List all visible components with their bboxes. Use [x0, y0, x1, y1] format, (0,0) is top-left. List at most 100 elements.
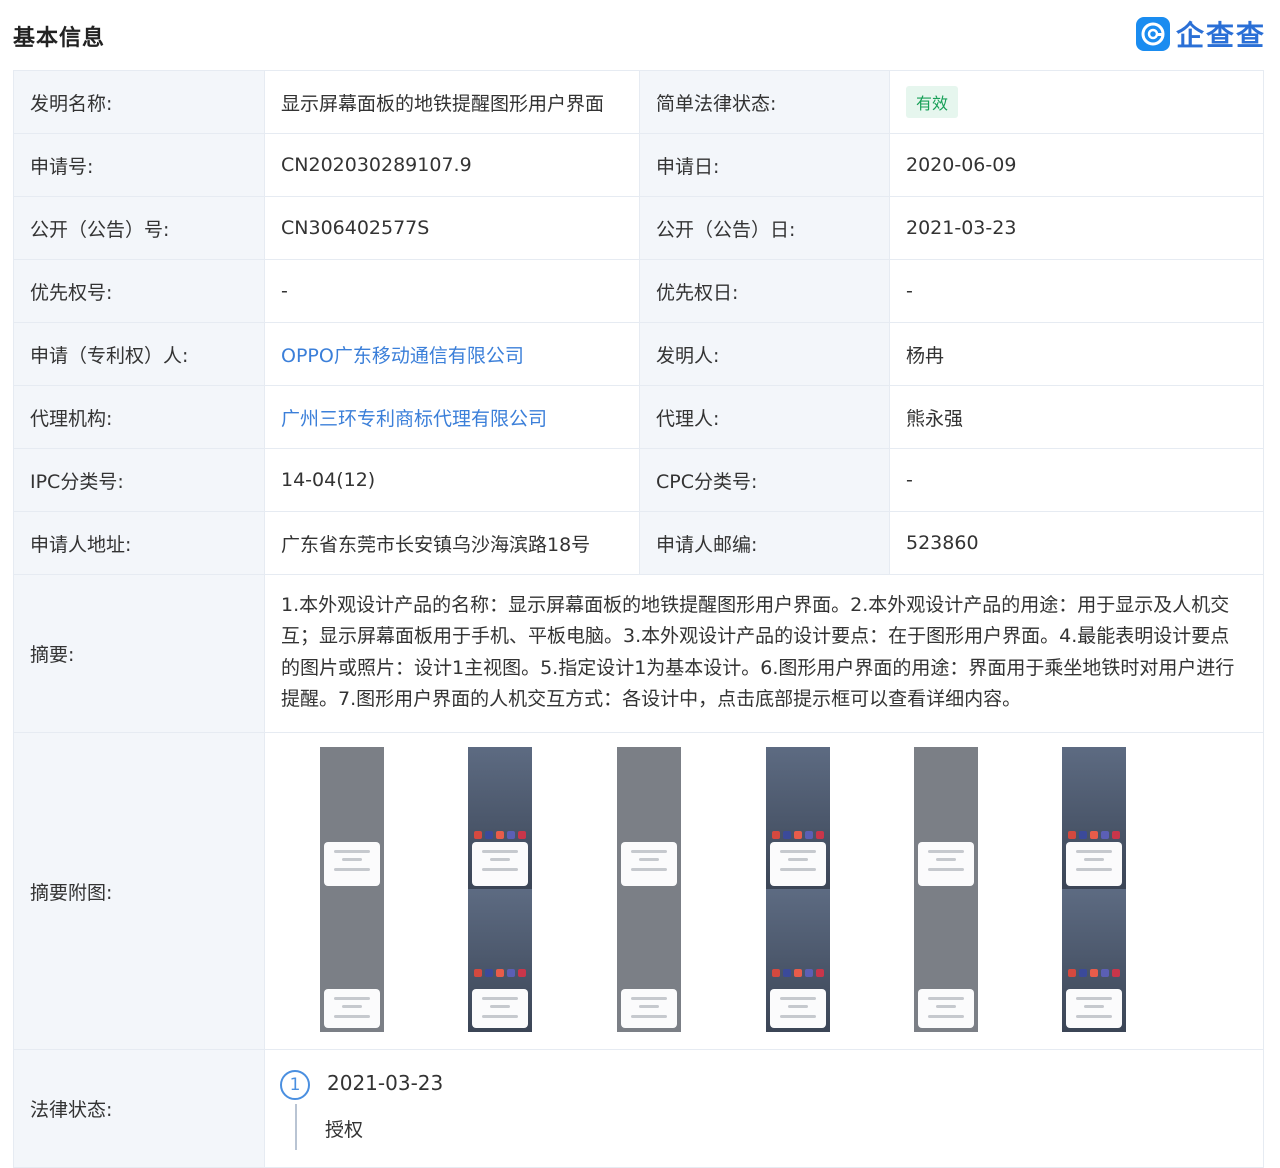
label-cpc: CPC分类号: — [639, 448, 890, 512]
thumbnail-line — [936, 1005, 956, 1008]
thumbnail-dot — [1067, 969, 1076, 977]
thumbnail-card — [918, 842, 974, 886]
value-agent: 熊永强 — [889, 385, 1264, 449]
thumbnail-dot — [473, 969, 482, 977]
figure-thumbnail[interactable] — [320, 747, 384, 890]
timeline-line — [295, 1103, 297, 1150]
figure-thumbnail[interactable] — [320, 889, 384, 1032]
thumbnail-line — [788, 1005, 808, 1008]
thumbnail-dot — [1089, 831, 1098, 839]
table-row-legal: 法律状态: 1 2021-03-23 授权 — [13, 1049, 1264, 1168]
thumbnail-dots — [770, 969, 826, 977]
thumbnail-line — [334, 1015, 370, 1018]
figure-thumbnail[interactable] — [766, 747, 830, 890]
thumbnail-dot — [1112, 831, 1121, 839]
value-priority-date: - — [889, 259, 1264, 323]
thumbnail-line — [928, 868, 964, 871]
thumbnail-line — [780, 868, 816, 871]
agency-link[interactable]: 广州三环专利商标代理有限公司 — [264, 385, 640, 449]
figure-thumbnail[interactable] — [1062, 889, 1126, 1032]
thumbnail-card — [918, 989, 974, 1028]
thumbnail-dot — [484, 969, 493, 977]
value-postcode: 523860 — [889, 511, 1264, 575]
thumbnail-dot — [518, 969, 527, 977]
thumbnail-card — [1066, 989, 1122, 1028]
thumbnail-dot — [782, 831, 791, 839]
thumbnail-dots — [1066, 831, 1122, 839]
thumbnail-dot — [1089, 969, 1098, 977]
thumbnail-line — [928, 1015, 964, 1018]
thumbnail-line — [482, 997, 518, 1000]
table-row: 发明名称: 显示屏幕面板的地铁提醒图形用户界面 简单法律状态: 有效 — [13, 70, 1264, 134]
thumbnail-dot — [816, 969, 825, 977]
thumbnail-dots — [1066, 969, 1122, 977]
value-inventor: 杨冉 — [889, 322, 1264, 386]
figure-thumbnail[interactable] — [468, 889, 532, 1032]
label-figures: 摘要附图: — [13, 732, 265, 1050]
figure-thumbnail[interactable] — [468, 747, 532, 890]
label-publication-date: 公开（公告）日: — [639, 196, 890, 260]
figure-gallery — [265, 733, 1263, 1049]
thumbnail-line — [482, 868, 518, 871]
figure-thumbnail[interactable] — [914, 747, 978, 890]
thumbnail-line — [490, 1005, 510, 1008]
thumbnail-dot — [805, 831, 814, 839]
thumbnail-dot — [1101, 831, 1110, 839]
applicant-link[interactable]: OPPO广东移动通信有限公司 — [264, 322, 640, 386]
figures-cell — [264, 732, 1264, 1050]
table-row: 公开（公告）号: CN306402577S 公开（公告）日: 2021-03-2… — [13, 196, 1264, 260]
label-postcode: 申请人邮编: — [639, 511, 890, 575]
basic-info-table: 发明名称: 显示屏幕面板的地铁提醒图形用户界面 简单法律状态: 有效 申请号: … — [13, 70, 1264, 1168]
table-row-figures: 摘要附图: — [13, 732, 1264, 1050]
thumbnail-card — [770, 989, 826, 1028]
thumbnail-dot — [816, 831, 825, 839]
thumbnail-dot — [518, 831, 527, 839]
thumbnail-dots — [770, 831, 826, 839]
figure-thumbnail[interactable] — [914, 889, 978, 1032]
thumbnail-dot — [495, 831, 504, 839]
page-header: 基本信息 企查查 — [0, 0, 1280, 70]
section-title: 基本信息 — [13, 26, 106, 51]
thumbnail-card — [472, 842, 528, 886]
table-row: 申请人地址: 广东省东莞市长安镇乌沙海滨路18号 申请人邮编: 523860 — [13, 511, 1264, 575]
thumbnail-dot — [473, 831, 482, 839]
thumbnail-line — [631, 868, 667, 871]
table-row: 代理机构: 广州三环专利商标代理有限公司 代理人: 熊永强 — [13, 385, 1264, 449]
thumbnail-card — [621, 989, 677, 1028]
thumbnail-line — [482, 1015, 518, 1018]
thumbnail-line — [631, 850, 667, 853]
thumbnail-card — [472, 989, 528, 1028]
qcc-logo-icon — [1135, 17, 1170, 51]
thumbnail-dot — [771, 969, 780, 977]
figure-thumbnail[interactable] — [1062, 747, 1126, 890]
value-publication-date: 2021-03-23 — [889, 196, 1264, 260]
thumbnail-line — [639, 858, 659, 861]
label-invention-name: 发明名称: — [13, 70, 265, 134]
brand-logo[interactable]: 企查查 — [1135, 16, 1266, 52]
thumbnail-dots — [472, 831, 528, 839]
thumbnail-dot — [793, 969, 802, 977]
figure-thumbnail[interactable] — [766, 889, 830, 1032]
label-priority-number: 优先权号: — [13, 259, 265, 323]
timeline-status: 授权 — [325, 1118, 364, 1141]
table-row-abstract: 摘要: 1.本外观设计产品的名称：显示屏幕面板的地铁提醒图形用户界面。2.本外观… — [13, 574, 1264, 733]
thumbnail-dot — [1078, 831, 1087, 839]
abstract-text: 1.本外观设计产品的名称：显示屏幕面板的地铁提醒图形用户界面。2.本外观设计产品… — [264, 574, 1264, 733]
thumbnail-card — [324, 989, 380, 1028]
label-legal-status: 简单法律状态: — [639, 70, 890, 134]
label-agency: 代理机构: — [13, 385, 265, 449]
thumbnail-line — [639, 1005, 659, 1008]
thumbnail-dot — [1078, 969, 1087, 977]
timeline-date: 2021-03-23 — [327, 1070, 444, 1095]
thumbnail-dot — [507, 831, 516, 839]
value-ipc: 14-04(12) — [264, 448, 640, 512]
brand-name: 企查查 — [1175, 19, 1266, 52]
thumbnail-line — [780, 850, 816, 853]
value-invention-name: 显示屏幕面板的地铁提醒图形用户界面 — [264, 70, 640, 134]
thumbnail-line — [334, 868, 370, 871]
figure-thumbnail[interactable] — [617, 889, 681, 1032]
thumbnail-card — [1066, 842, 1122, 886]
thumbnail-dots — [472, 969, 528, 977]
figure-thumbnail[interactable] — [617, 747, 681, 890]
thumbnail-card — [770, 842, 826, 886]
